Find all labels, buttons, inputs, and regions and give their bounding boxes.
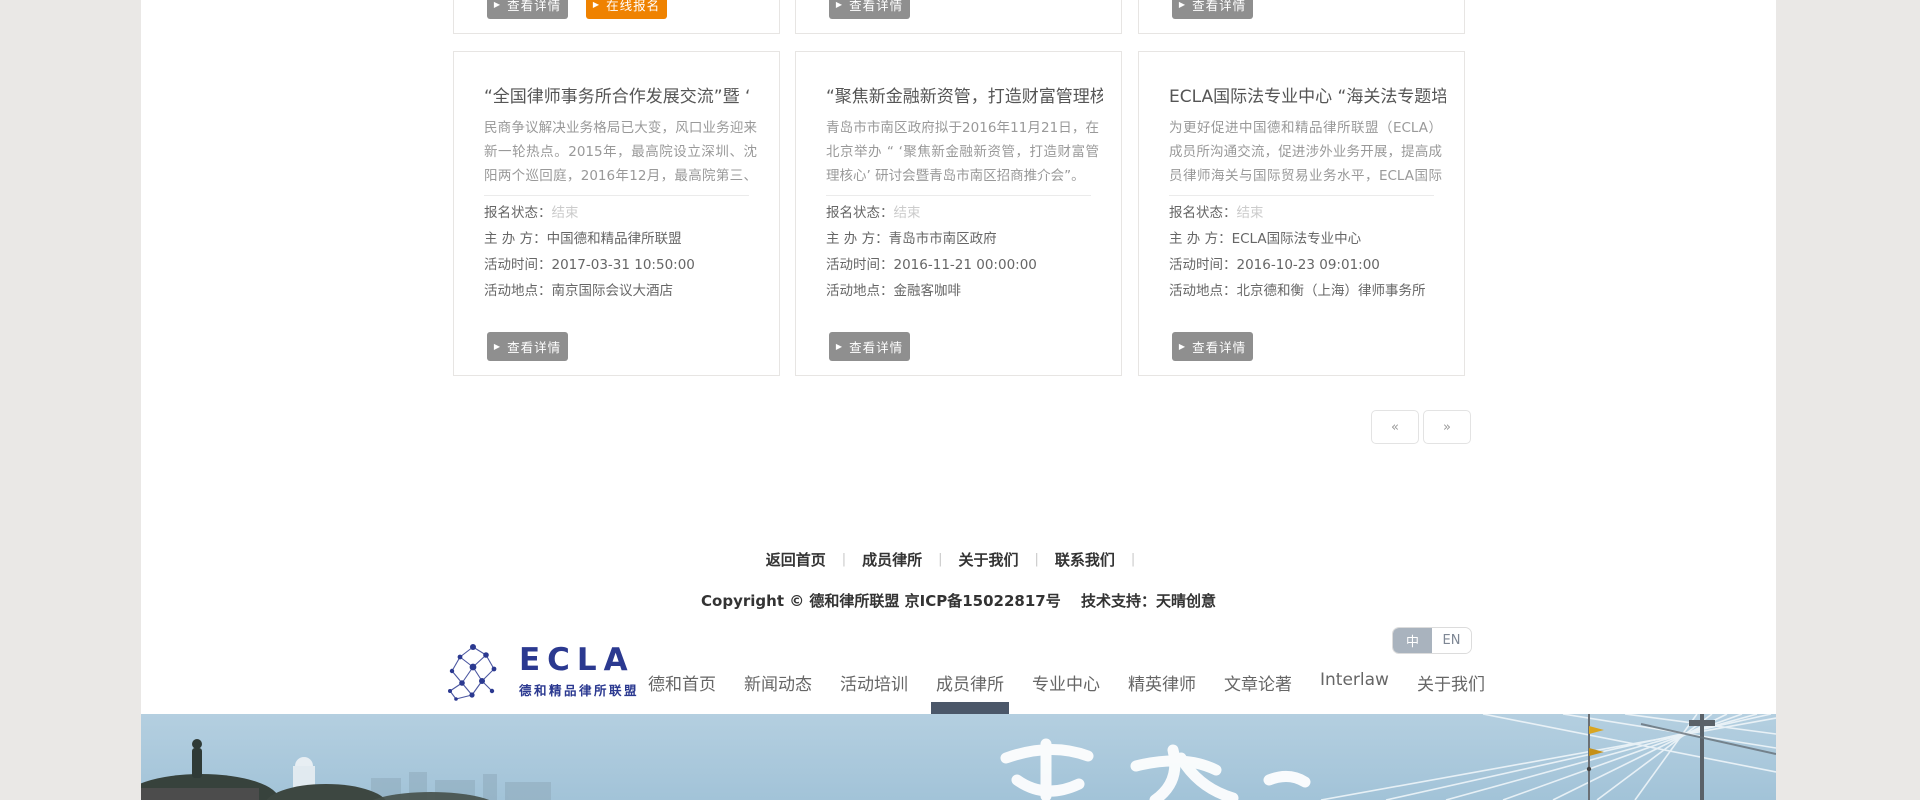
status-label: 报名状态： (484, 205, 552, 221)
status-value: 结束 (1237, 205, 1264, 221)
play-icon: ▶ (836, 343, 843, 351)
online-signup-button[interactable]: ▶ 在线报名 (586, 0, 667, 19)
event-details: 报名状态：结束 主 办 方：ECLA国际法专业中心 活动时间：2016-10-2… (1169, 200, 1446, 304)
view-detail-button[interactable]: ▶ 查看详情 (487, 0, 568, 19)
logo-molecule-icon (441, 640, 505, 704)
view-detail-button[interactable]: ▶ 查看详情 (487, 332, 568, 361)
view-detail-button[interactable]: ▶ 查看详情 (829, 0, 910, 19)
nav-item-interlaw[interactable]: Interlaw (1320, 668, 1389, 697)
nav-item-members[interactable]: 成员律所 (936, 668, 1004, 697)
host-value: ECLA国际法专业中心 (1232, 231, 1362, 247)
event-title[interactable]: “聚焦新金融新资管，打造财富管理核 (826, 82, 1103, 107)
event-card-cutoff: ▶ 查看详情 ▶ 在线报名 (453, 0, 780, 34)
host-value: 中国德和精品律所联盟 (547, 231, 682, 247)
footer-link-home[interactable]: 返回首页 (766, 549, 826, 570)
view-detail-label: 查看详情 (1192, 0, 1246, 14)
online-signup-label: 在线报名 (606, 0, 660, 14)
play-icon: ▶ (1179, 1, 1186, 9)
event-title[interactable]: ECLA国际法专业中心 “海关法专题培训 (1169, 82, 1446, 107)
view-detail-button[interactable]: ▶ 查看详情 (1172, 332, 1253, 361)
event-details: 报名状态：结束 主 办 方：青岛市市南区政府 活动时间：2016-11-21 0… (826, 200, 1103, 304)
nav-item-news[interactable]: 新闻动态 (744, 668, 812, 697)
hero-photo-illustration (141, 714, 1776, 800)
footer-links: 返回首页 | 成员律所 | 关于我们 | 联系我们 | (141, 549, 1776, 570)
time-value: 2016-10-23 09:01:00 (1237, 257, 1380, 273)
play-icon: ▶ (593, 1, 600, 9)
lang-en-button[interactable]: EN (1432, 628, 1471, 653)
logo-text: ECLA 德和精品律所联盟 (519, 645, 639, 699)
next-page-button[interactable]: » (1423, 410, 1471, 444)
ecla-logo[interactable]: ECLA 德和精品律所联盟 (441, 640, 639, 704)
status-value: 结束 (552, 205, 579, 221)
event-card: ECLA国际法专业中心 “海关法专题培训 为更好促进中国德和精品律所联盟（ECL… (1138, 51, 1465, 376)
event-title[interactable]: “全国律师事务所合作发展交流”暨 ‘ (484, 82, 761, 107)
nav-item-about[interactable]: 关于我们 (1417, 668, 1485, 697)
event-details: 报名状态：结束 主 办 方：中国德和精品律所联盟 活动时间：2017-03-31… (484, 200, 761, 304)
view-detail-button[interactable]: ▶ 查看详情 (1172, 0, 1253, 19)
divider: | (842, 552, 846, 567)
divider (484, 195, 749, 196)
divider: | (1035, 552, 1039, 567)
hero-banner-image (141, 714, 1776, 800)
prev-icon: « (1391, 420, 1399, 435)
status-label: 报名状态： (1169, 205, 1237, 221)
host-value: 青岛市市南区政府 (889, 231, 997, 247)
venue-label: 活动地点： (1169, 283, 1237, 299)
lang-zh-button[interactable]: 中 (1393, 628, 1432, 653)
divider (1169, 195, 1434, 196)
divider (826, 195, 1091, 196)
event-excerpt: 民商争议解决业务格局已大变，风口业务迎来新一轮热点。2015年，最高院设立深圳、… (484, 116, 757, 188)
pagination: « » (1371, 410, 1471, 444)
footer-link-contact[interactable]: 联系我们 (1055, 549, 1115, 570)
host-label: 主 办 方： (1169, 231, 1232, 247)
time-value: 2017-03-31 10:50:00 (552, 257, 695, 273)
view-detail-label: 查看详情 (849, 337, 903, 356)
play-icon: ▶ (836, 1, 843, 9)
status-label: 报名状态： (826, 205, 894, 221)
event-card-cutoff: ▶ 查看详情 (795, 0, 1122, 34)
view-detail-label: 查看详情 (507, 337, 561, 356)
footer-link-about[interactable]: 关于我们 (959, 549, 1019, 570)
nav-item-lawyers[interactable]: 精英律师 (1128, 668, 1196, 697)
host-label: 主 办 方： (484, 231, 547, 247)
main-nav: 德和首页 新闻动态 活动培训 成员律所 专业中心 精英律师 文章论著 Inter… (648, 668, 1485, 697)
view-detail-label: 查看详情 (507, 0, 561, 14)
next-icon: » (1443, 420, 1451, 435)
nav-item-home[interactable]: 德和首页 (648, 668, 716, 697)
status-value: 结束 (894, 205, 921, 221)
footer-link-members[interactable]: 成员律所 (862, 549, 922, 570)
event-card: “聚焦新金融新资管，打造财富管理核 青岛市市南区政府拟于2016年11月21日，… (795, 51, 1122, 376)
time-label: 活动时间： (484, 257, 552, 273)
language-switcher: 中 EN (1392, 627, 1472, 654)
nav-item-training[interactable]: 活动培训 (840, 668, 908, 697)
time-label: 活动时间： (1169, 257, 1237, 273)
venue-value: 北京德和衡（上海）律师事务所 (1237, 283, 1426, 299)
logo-wordmark: ECLA (519, 645, 639, 676)
view-detail-label: 查看详情 (849, 0, 903, 14)
nav-item-articles[interactable]: 文章论著 (1224, 668, 1292, 697)
play-icon: ▶ (494, 1, 501, 9)
event-excerpt: 青岛市市南区政府拟于2016年11月21日，在北京举办 “ ‘聚焦新金融新资管，… (826, 116, 1099, 188)
venue-value: 金融客咖啡 (894, 283, 962, 299)
prev-page-button[interactable]: « (1371, 410, 1419, 444)
copyright-text: Copyright © 德和律所联盟 京ICP备15022817号 技术支持：天… (141, 590, 1776, 611)
event-excerpt: 为更好促进中国德和精品律所联盟（ECLA）成员所沟通交流，促进涉外业务开展，提高… (1169, 116, 1442, 188)
divider: | (938, 552, 942, 567)
event-card: “全国律师事务所合作发展交流”暨 ‘ 民商争议解决业务格局已大变，风口业务迎来新… (453, 51, 780, 376)
time-value: 2016-11-21 00:00:00 (894, 257, 1037, 273)
nav-item-centers[interactable]: 专业中心 (1032, 668, 1100, 697)
venue-value: 南京国际会议大酒店 (552, 283, 674, 299)
divider: | (1131, 552, 1135, 567)
event-card-cutoff: ▶ 查看详情 (1138, 0, 1465, 34)
venue-label: 活动地点： (826, 283, 894, 299)
play-icon: ▶ (494, 343, 501, 351)
main-content-panel: ▶ 查看详情 ▶ 在线报名 ▶ 查看详情 ▶ 查看详情 “全国律师事务所合作发展… (141, 0, 1776, 800)
host-label: 主 办 方： (826, 231, 889, 247)
venue-label: 活动地点： (484, 283, 552, 299)
play-icon: ▶ (1179, 343, 1186, 351)
view-detail-label: 查看详情 (1192, 337, 1246, 356)
logo-subtitle: 德和精品律所联盟 (519, 680, 639, 699)
time-label: 活动时间： (826, 257, 894, 273)
view-detail-button[interactable]: ▶ 查看详情 (829, 332, 910, 361)
